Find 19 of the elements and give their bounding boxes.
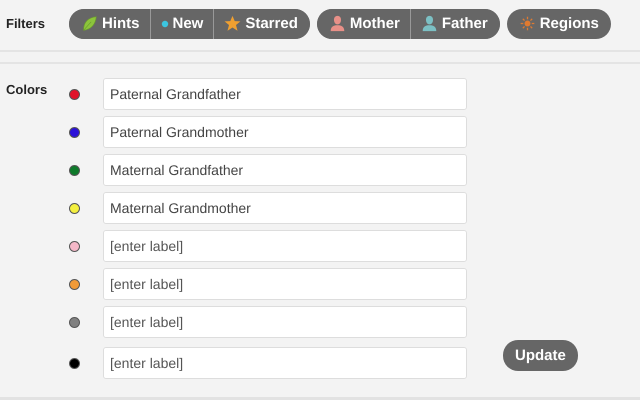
update-button[interactable]: Update — [503, 340, 578, 371]
label-field[interactable]: Maternal Grandmother — [103, 192, 467, 224]
label-field[interactable]: Maternal Grandfather — [103, 154, 467, 186]
filters-label: Filters — [6, 16, 46, 31]
label-field[interactable]: [enter label] — [103, 347, 467, 379]
filter-button[interactable]: Father — [410, 8, 500, 38]
person-icon — [328, 15, 346, 32]
label-field[interactable]: Paternal Grandfather — [103, 78, 467, 110]
label-field[interactable]: [enter label] — [103, 230, 467, 262]
label-field[interactable]: [enter label] — [103, 268, 467, 300]
dot-icon — [160, 20, 168, 28]
label-field[interactable]: [enter label] — [103, 306, 467, 338]
star-icon — [224, 15, 242, 32]
sun-icon — [518, 15, 536, 32]
leaf-icon — [81, 15, 98, 32]
filter-button[interactable]: Starred — [213, 8, 310, 38]
person-icon — [420, 15, 438, 32]
colors-label: Colors — [6, 81, 48, 97]
label-field[interactable]: Paternal Grandmother — [103, 116, 467, 148]
